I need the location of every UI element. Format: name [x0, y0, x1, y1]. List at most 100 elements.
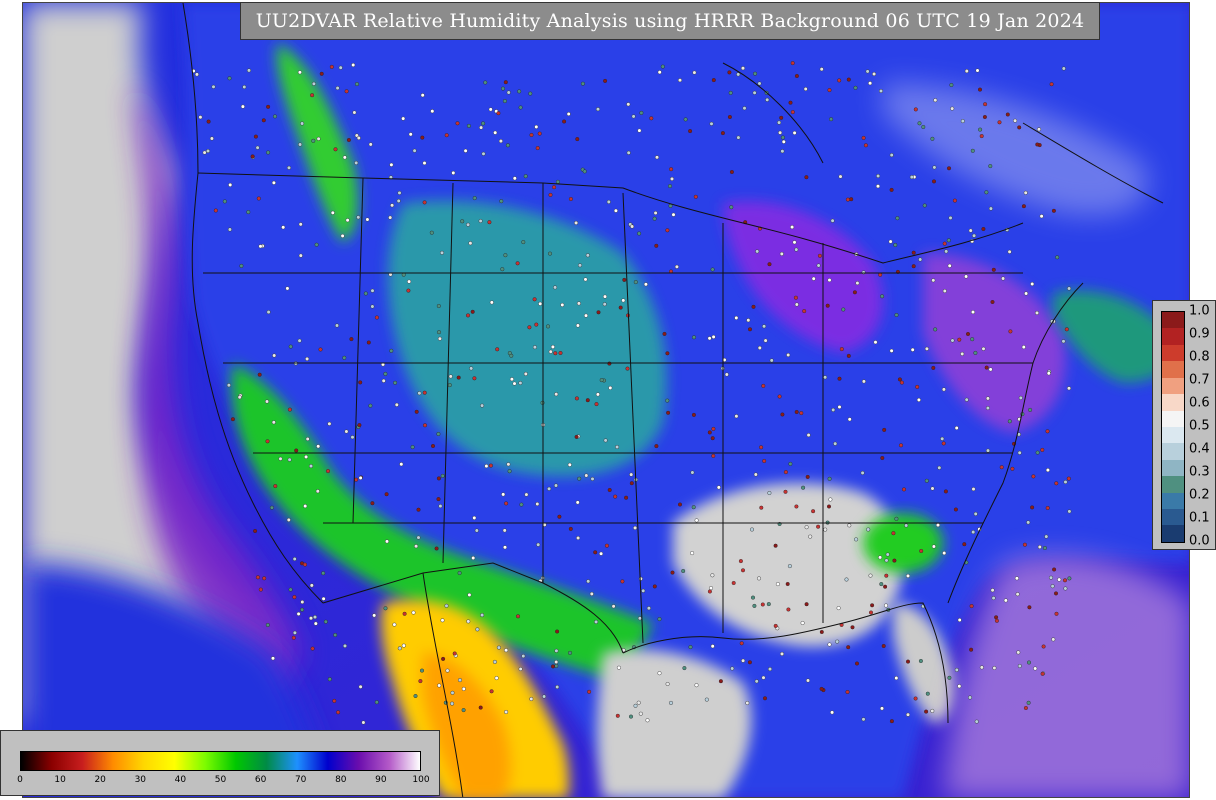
observation-point — [626, 102, 631, 107]
observation-point — [931, 278, 936, 283]
observation-point — [506, 462, 511, 467]
observation-point — [728, 90, 733, 95]
observation-point — [479, 125, 484, 130]
observation-point — [982, 114, 987, 119]
observation-point — [865, 69, 870, 74]
legend-label: 0.5 — [1189, 418, 1210, 434]
observation-point — [1044, 534, 1049, 539]
observation-point — [688, 645, 693, 650]
observation-point — [974, 719, 979, 724]
observation-point — [550, 344, 555, 349]
observation-point — [472, 515, 477, 520]
observation-point — [509, 377, 514, 382]
observation-point — [272, 114, 277, 119]
observation-point — [305, 356, 310, 361]
observation-point — [471, 556, 476, 561]
observation-point — [805, 474, 810, 479]
observation-point — [555, 629, 560, 634]
observation-point — [894, 516, 899, 521]
observation-point — [230, 417, 235, 422]
observation-point — [615, 713, 620, 718]
legend-label: 0.1 — [1189, 510, 1210, 526]
observation-point — [646, 606, 651, 611]
observation-point — [966, 332, 971, 337]
observation-point — [253, 529, 258, 534]
observation-point — [1067, 576, 1072, 581]
observation-point — [785, 582, 790, 587]
observation-point — [1042, 546, 1047, 551]
observation-point — [368, 142, 373, 147]
observation-point — [893, 242, 898, 247]
observation-point — [692, 335, 697, 340]
observation-point — [372, 613, 377, 618]
observation-point — [933, 98, 938, 103]
observation-point — [416, 535, 421, 540]
observation-point — [984, 365, 989, 370]
observation-point — [423, 423, 428, 428]
observation-point — [408, 132, 413, 137]
observation-point — [521, 240, 526, 245]
observation-point — [837, 405, 842, 410]
observation-point — [399, 462, 404, 467]
observation-point — [682, 666, 687, 671]
observation-point — [997, 120, 1002, 125]
observation-point — [262, 576, 267, 581]
observation-point — [1008, 329, 1013, 334]
observation-point — [1062, 578, 1067, 583]
observation-point — [261, 118, 266, 123]
observation-point — [448, 374, 453, 379]
observation-point — [313, 621, 318, 626]
observation-point — [775, 582, 780, 587]
observation-point — [265, 623, 270, 628]
observation-point — [321, 596, 326, 601]
observation-point — [889, 348, 894, 353]
observation-point — [436, 476, 441, 481]
observation-point — [265, 439, 270, 444]
observation-point — [393, 380, 398, 385]
observation-point — [988, 367, 993, 372]
observation-point — [917, 121, 922, 126]
observation-point — [335, 323, 340, 328]
observation-point — [794, 410, 799, 415]
cbar-tick: 100 — [412, 775, 430, 785]
observation-point — [855, 661, 860, 666]
observation-point — [952, 198, 957, 203]
observation-point — [239, 263, 244, 268]
observation-point — [401, 643, 406, 648]
observation-point — [303, 562, 308, 567]
observation-point — [507, 469, 512, 474]
legend-label: 0.0 — [1189, 533, 1210, 549]
observation-point — [788, 100, 793, 105]
observation-point — [964, 397, 969, 402]
observation-point — [786, 607, 791, 612]
observation-point — [786, 353, 791, 358]
observation-point — [298, 222, 303, 227]
observation-point — [506, 90, 511, 95]
observation-point — [358, 684, 363, 689]
observation-point — [692, 70, 697, 75]
observation-point — [765, 97, 770, 102]
observation-point — [484, 464, 489, 469]
observation-point — [1040, 447, 1045, 452]
observation-point — [991, 596, 996, 601]
observation-point — [271, 180, 276, 185]
legend-swatch — [1162, 361, 1184, 378]
observation-point — [557, 514, 562, 519]
legend-label: 1.0 — [1189, 303, 1210, 319]
observation-point — [973, 350, 978, 355]
observation-point — [948, 215, 953, 220]
observation-point — [292, 557, 297, 562]
observation-point — [741, 568, 746, 573]
observation-point — [411, 610, 416, 615]
observation-point — [990, 300, 995, 305]
observation-point — [846, 77, 851, 82]
observation-point — [304, 454, 309, 459]
observation-point — [1045, 506, 1050, 511]
observation-point — [957, 684, 962, 689]
observation-point — [1035, 310, 1040, 315]
observation-point — [710, 644, 715, 649]
observation-point — [422, 390, 427, 395]
observation-point — [309, 583, 314, 588]
observation-point — [352, 110, 357, 115]
observation-point — [979, 665, 984, 670]
